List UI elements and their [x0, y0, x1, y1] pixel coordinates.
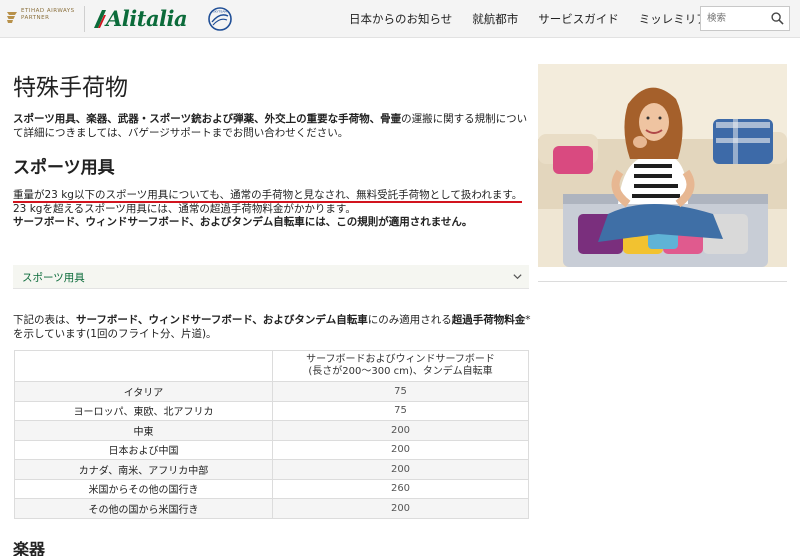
skyteam-logo-text: SKYTEAM [213, 10, 227, 14]
site-header: ETIHAD AIRWAYS PARTNER Alitalia SKYTEAM … [0, 0, 800, 38]
region-cell: 米国からその他の国行き [14, 478, 273, 499]
search-icon[interactable] [771, 12, 784, 25]
table-header-region [14, 350, 273, 382]
search-box [700, 6, 790, 31]
nav-news-from-japan[interactable]: 日本からのお知らせ [349, 11, 452, 27]
table-row: カナダ、南米、アフリカ中部 200 [14, 459, 529, 480]
sidebar-divider [538, 281, 787, 282]
region-cell: イタリア [14, 381, 273, 402]
region-cell: ヨーロッパ、東欧、北アフリカ [14, 400, 273, 421]
skyteam-icon[interactable]: SKYTEAM [207, 6, 233, 32]
instruments-heading: 楽器 [13, 540, 46, 556]
table-intro-bold-1: サーフボード、ウィンドサーフボード、およびタンデム自転車 [76, 314, 368, 326]
sports-heading: スポーツ用具 [13, 158, 115, 178]
fee-cell: 200 [272, 498, 529, 519]
woman-with-suitcase-image [538, 64, 787, 267]
region-cell: その他の国から米国行き [14, 498, 273, 519]
table-row: その他の国から米国行き 200 [14, 498, 529, 519]
brand-name: Alitalia [106, 6, 188, 31]
sports-underlined-text: 重量が23 kg以下のスポーツ用具についても、通常の手荷物と見なされ、無料受託手… [13, 189, 523, 203]
nav-millemiglia[interactable]: ミッレミリア [639, 11, 708, 27]
intro-paragraph: スポーツ用具、楽器、武器・スポーツ銃および弾薬、外交上の重要な手荷物、骨壷の運搬… [13, 112, 528, 140]
page-title: 特殊手荷物 [13, 75, 128, 101]
region-cell: 中東 [14, 420, 273, 441]
table-row: 日本および中国 200 [14, 439, 529, 460]
region-cell: 日本および中国 [14, 439, 273, 460]
sports-accordion[interactable]: スポーツ用具 [13, 265, 529, 289]
intro-bold-items: スポーツ用具、楽器、武器・スポーツ銃および弾薬、外交上の重要な手荷物、骨壷 [13, 113, 402, 125]
etihad-logo-text: ETIHAD AIRWAYS PARTNER [21, 8, 75, 21]
table-intro-text-1: 下記の表は、 [13, 314, 76, 326]
etihad-icon [7, 12, 17, 23]
accordion-label: スポーツ用具 [22, 272, 85, 284]
fee-cell: 200 [272, 459, 529, 480]
nav-destinations[interactable]: 就航都市 [472, 11, 518, 27]
table-intro: 下記の表は、サーフボード、ウィンドサーフボード、およびタンデム自転車にのみ適用さ… [13, 313, 533, 341]
sports-rest-text: 23 kgを超えるスポーツ用具には、通常の超過手荷物料金がかかります。 [13, 202, 356, 215]
fee-cell: 200 [272, 439, 529, 460]
table-intro-bold-2: 超過手荷物料金 [451, 314, 526, 326]
fee-cell: 200 [272, 420, 529, 441]
table-header-row: サーフボードおよびウィンドサーフボード(長さが200～300 cm)、タンデム自… [14, 350, 529, 382]
table-row: ヨーロッパ、東欧、北アフリカ 75 [14, 400, 529, 421]
nav-service-guide[interactable]: サービスガイド [538, 11, 619, 27]
logo-divider [84, 6, 85, 32]
table-intro-text-2: にのみ適用される [367, 314, 452, 326]
sports-bold-note: サーフボード、ウィンドサーフボード、およびタンデム自転車には、この規則が適用され… [13, 216, 473, 228]
region-cell: カナダ、南米、アフリカ中部 [14, 459, 273, 480]
table-row: 中東 200 [14, 420, 529, 441]
table-row: イタリア 75 [14, 381, 529, 402]
etihad-partner-logo[interactable]: ETIHAD AIRWAYS PARTNER [6, 7, 80, 33]
fee-cell: 260 [272, 478, 529, 499]
main-nav: 日本からのお知らせ 就航都市 サービスガイド ミッレミリア [349, 0, 728, 38]
search-input[interactable] [701, 7, 767, 30]
excess-baggage-fee-table: サーフボードおよびウィンドサーフボード(長さが200～300 cm)、タンデム自… [14, 350, 529, 519]
sports-paragraph: 重量が23 kg以下のスポーツ用具についても、通常の手荷物と見なされ、無料受託手… [13, 189, 531, 230]
alitalia-logo[interactable]: Alitalia [92, 6, 202, 32]
table-header-fee: サーフボードおよびウィンドサーフボード(長さが200～300 cm)、タンデム自… [272, 350, 529, 382]
chevron-down-icon [513, 274, 522, 280]
table-row: 米国からその他の国行き 260 [14, 478, 529, 499]
fee-cell: 75 [272, 400, 529, 421]
fee-cell: 75 [272, 381, 529, 402]
